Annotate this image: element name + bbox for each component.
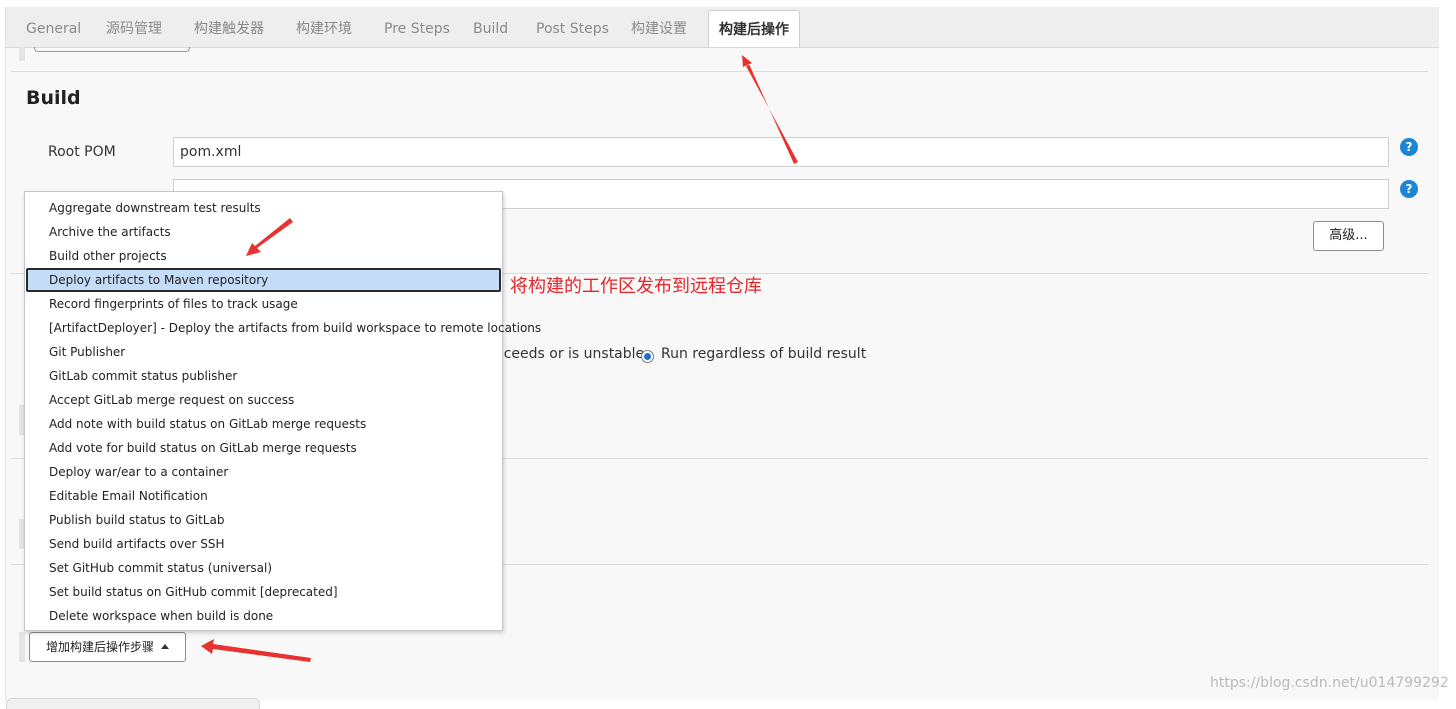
bottom-button-edge: [6, 698, 260, 709]
section-handle: [19, 632, 25, 662]
menu-item-deploy-war-ear[interactable]: Deploy war/ear to a container: [26, 460, 501, 484]
post-build-actions-menu: Aggregate downstream test results Archiv…: [24, 191, 541, 631]
run-regardless-label: Run regardless of build result: [661, 346, 867, 362]
tab-pre-steps[interactable]: Pre Steps: [384, 7, 450, 47]
menu-item-record-fingerprints[interactable]: Record fingerprints of files to track us…: [26, 292, 501, 316]
root-pom-input[interactable]: [173, 137, 1389, 167]
previous-section-button-edge: [34, 47, 190, 52]
menu-item-build-other-projects[interactable]: Build other projects: [26, 244, 501, 268]
add-post-build-step-button[interactable]: 增加构建后操作步骤: [29, 632, 186, 662]
tab-build-environment[interactable]: 构建环境: [296, 7, 352, 47]
menu-item-gitlab-vote[interactable]: Add vote for build status on GitLab merg…: [26, 436, 501, 460]
tab-source-management[interactable]: 源码管理: [106, 7, 162, 47]
menu-item-git-publisher[interactable]: Git Publisher: [26, 340, 501, 364]
menu-item-gitlab-commit-status[interactable]: GitLab commit status publisher: [26, 364, 501, 388]
menu-item-github-status-deprecated[interactable]: Set build status on GitHub commit [depre…: [26, 580, 501, 604]
menu-item-publish-gitlab-status[interactable]: Publish build status to GitLab: [26, 508, 501, 532]
menu-item-accept-gitlab-merge[interactable]: Accept GitLab merge request on success: [26, 388, 501, 412]
caret-up-icon: [161, 644, 169, 649]
menu-item-deploy-to-maven[interactable]: Deploy artifacts to Maven repository: [26, 268, 501, 292]
watermark-text: https://blog.csdn.net/u014799292: [1210, 675, 1449, 691]
menu-item-gitlab-note[interactable]: Add note with build status on GitLab mer…: [26, 412, 501, 436]
menu-item-artifact-deployer[interactable]: [ArtifactDeployer] - Deploy the artifact…: [26, 316, 541, 340]
add-post-build-step-label: 增加构建后操作步骤: [45, 640, 154, 654]
build-section-title: Build: [26, 87, 81, 109]
root-pom-label: Root POM: [48, 144, 116, 160]
menu-item-delete-workspace[interactable]: Delete workspace when build is done: [26, 604, 501, 628]
radio-selected-icon[interactable]: [641, 350, 654, 363]
condition-option-text: cceeds or is unstable: [496, 346, 645, 362]
config-tab-bar: General 源码管理 构建触发器 构建环境 Pre Steps Build …: [6, 7, 1439, 48]
help-icon[interactable]: ?: [1400, 138, 1418, 156]
annotation-text: 将构建的工作区发布到远程仓库: [510, 276, 762, 297]
tab-post-build-actions[interactable]: 构建后操作: [708, 10, 800, 47]
help-icon[interactable]: ?: [1400, 180, 1418, 198]
section-divider: [11, 71, 1428, 72]
menu-item-send-over-ssh[interactable]: Send build artifacts over SSH: [26, 532, 501, 556]
tab-general[interactable]: General: [26, 7, 81, 47]
section-handle: [19, 47, 25, 61]
menu-item-editable-email[interactable]: Editable Email Notification: [26, 484, 501, 508]
menu-item-github-status-universal[interactable]: Set GitHub commit status (universal): [26, 556, 501, 580]
advanced-button[interactable]: 高级...: [1313, 221, 1384, 251]
tab-build-triggers[interactable]: 构建触发器: [194, 7, 264, 47]
menu-item-aggregate-test-results[interactable]: Aggregate downstream test results: [26, 196, 501, 220]
tab-post-steps[interactable]: Post Steps: [536, 7, 609, 47]
tab-build-settings[interactable]: 构建设置: [631, 7, 687, 47]
menu-item-archive-artifacts[interactable]: Archive the artifacts: [26, 220, 501, 244]
tab-build[interactable]: Build: [473, 7, 508, 47]
